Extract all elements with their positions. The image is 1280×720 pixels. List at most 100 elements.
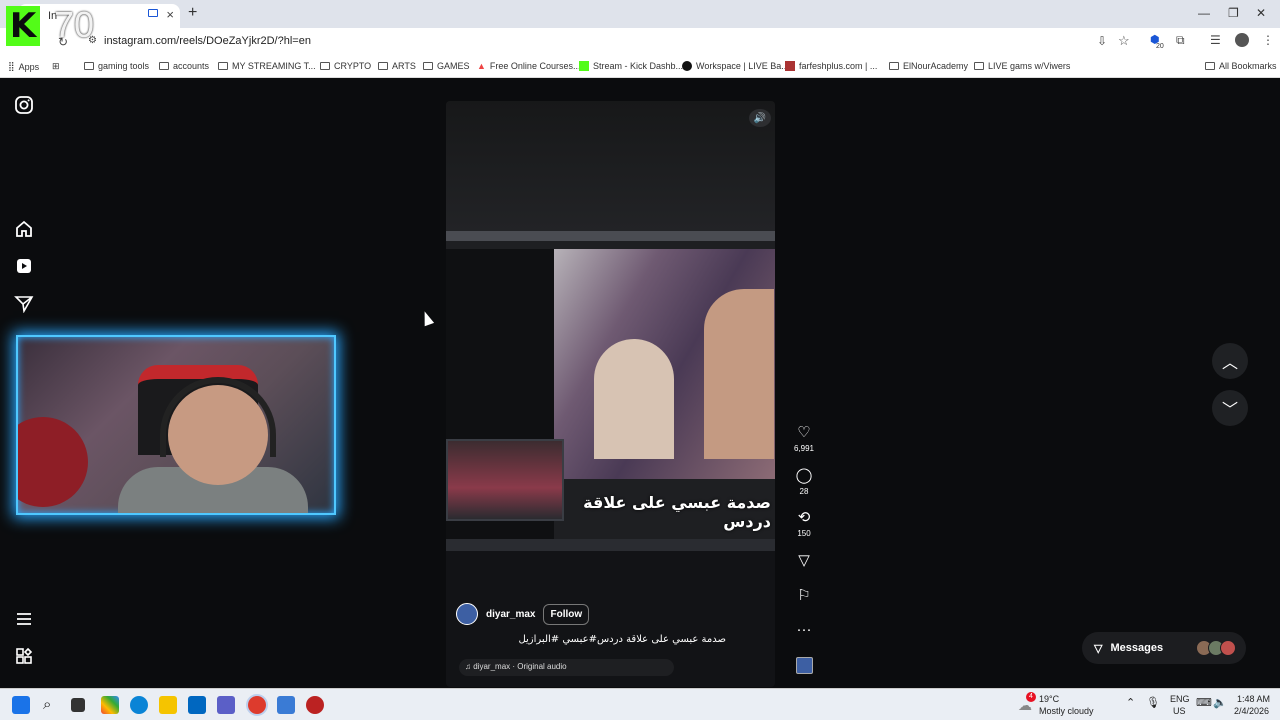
menu-kebab-icon[interactable]: ⋮ [1262, 33, 1274, 47]
weather-badge: 4 [1026, 692, 1036, 702]
volume-icon[interactable]: 🔈 [1213, 696, 1227, 709]
reels-icon[interactable] [14, 256, 34, 276]
file-explorer-icon[interactable] [159, 696, 177, 714]
comment-count: 28 [799, 487, 809, 496]
microphone-icon[interactable]: 🎙 [1146, 696, 1160, 709]
viewer-count: 70 [54, 4, 95, 45]
folder-icon [1205, 62, 1215, 70]
folder-icon [378, 62, 388, 70]
app-icon[interactable] [306, 696, 324, 714]
menu-icon[interactable] [14, 609, 34, 629]
reel-author: diyar_max Follow [456, 603, 590, 625]
bookmark-folder[interactable]: ARTS [378, 61, 416, 71]
video-person-left [594, 339, 674, 459]
install-app-icon[interactable]: ⇩ [1097, 34, 1107, 48]
apps-grid-icon: ⣿ [8, 61, 15, 71]
app-icon[interactable] [277, 696, 295, 714]
sound-toggle-icon[interactable]: 🔊 [749, 109, 771, 127]
edge-icon[interactable] [130, 696, 148, 714]
tab-search-icon[interactable]: ☰ [1210, 33, 1221, 47]
audio-pill[interactable]: ♫ diyar_max · Original audio [459, 659, 674, 676]
clock-date[interactable]: 2/4/2026 [1234, 706, 1269, 716]
bookmark-folder[interactable]: GAMES [423, 61, 470, 71]
url-field[interactable]: instagram.com/reels/DOeZaYjkr2D/?hl=en [104, 35, 311, 47]
music-note-icon: ♫ [465, 662, 471, 671]
bookmark-link[interactable]: farfeshplus.com | ... [785, 61, 877, 71]
video-person-right [704, 289, 774, 459]
tab-groups-icon[interactable]: ⊞ [52, 61, 60, 72]
weather-temp: 19°C [1039, 694, 1060, 704]
video-scene [554, 249, 775, 479]
lang-primary[interactable]: ENG [1170, 694, 1190, 704]
message-avatars [1196, 640, 1236, 656]
reel-description[interactable]: صدمة عبسي على علاقة دردس#عبسي #البرازيل [446, 634, 726, 645]
bookmark-folder[interactable]: MY STREAMING T... [218, 61, 316, 71]
video-browser-bar [446, 231, 775, 241]
tiktok-site-icon [682, 61, 692, 71]
like-button[interactable]: ♡ 6,991 [790, 425, 818, 454]
search-icon[interactable]: ⌕ [43, 696, 51, 713]
author-avatar[interactable] [456, 603, 478, 625]
messages-label: Messages [1110, 642, 1164, 654]
stream-logo-overlay: K 70 [2, 2, 102, 50]
next-reel-button[interactable]: ﹀ [1212, 390, 1248, 426]
network-icon[interactable]: ⌨ [1196, 696, 1212, 709]
minimize-icon[interactable]: — [1198, 6, 1210, 20]
bookmarks-bar: ⣿ Apps ⊞ gaming tools accounts MY STREAMI… [0, 56, 1280, 78]
reel-video[interactable]: صدمة عبسي على علاقة دردس [446, 101, 775, 687]
bookmark-folder[interactable]: accounts [159, 61, 209, 71]
close-window-icon[interactable]: ✕ [1256, 6, 1266, 20]
media-playing-icon[interactable] [148, 9, 158, 17]
comment-icon: ◯ [795, 467, 813, 484]
comment-button[interactable]: ◯ 28 [790, 467, 818, 497]
like-count: 6,991 [793, 444, 815, 453]
folder-icon [423, 62, 433, 70]
direct-send-icon[interactable] [14, 293, 34, 313]
follow-button[interactable]: Follow [543, 603, 590, 625]
bookmark-link[interactable]: Stream - Kick Dashb... [579, 61, 683, 71]
chevron-up-icon[interactable]: ⌃ [1126, 696, 1135, 709]
start-icon[interactable] [12, 696, 30, 714]
instagram-logo-icon[interactable] [14, 95, 34, 115]
messages-button[interactable]: ▽ Messages [1082, 632, 1246, 664]
close-tab-icon[interactable]: × [166, 7, 174, 22]
bookmark-link[interactable]: Workspace | LIVE Ba... [682, 61, 789, 71]
video-caption: صدمة عبسي على علاقة دردس [583, 493, 771, 531]
bookmark-folder[interactable]: CRYPTO [320, 61, 371, 71]
store-icon[interactable] [188, 696, 206, 714]
bookmark-link[interactable]: ▲ Free Online Courses... [477, 61, 580, 71]
copilot-icon[interactable] [101, 696, 119, 714]
home-icon[interactable] [14, 219, 34, 239]
teams-icon[interactable] [217, 696, 235, 714]
task-view-icon[interactable] [71, 698, 85, 712]
bookmark-folder[interactable]: gaming tools [84, 61, 149, 71]
repost-count: 150 [797, 529, 811, 538]
repost-button[interactable]: ⟲ 150 [790, 510, 818, 539]
audio-thumbnail[interactable] [790, 657, 818, 679]
profile-avatar[interactable] [1235, 33, 1249, 47]
extensions-puzzle-icon[interactable]: ⧉ [1176, 33, 1185, 48]
bookmark-star-icon[interactable]: ☆ [1118, 33, 1130, 49]
author-name[interactable]: diyar_max [486, 609, 535, 620]
bookmark-apps[interactable]: ⣿ Apps [8, 61, 39, 72]
folder-icon [974, 62, 984, 70]
restore-icon[interactable]: ❐ [1228, 6, 1239, 20]
chrome-icon[interactable] [248, 696, 266, 714]
share-button[interactable]: ▽ [790, 553, 818, 569]
more-options-button[interactable]: ··· [790, 622, 818, 638]
bookmark-folder[interactable]: ElNourAcademy [889, 61, 968, 71]
chevron-down-icon: ﹀ [1221, 402, 1238, 419]
mouse-cursor [419, 309, 435, 327]
previous-reel-button[interactable]: ︿ [1212, 343, 1248, 379]
more-apps-icon[interactable] [14, 646, 34, 666]
video-frame: صدمة عبسي على علاقة دردس [446, 231, 775, 551]
bookmark-folder[interactable]: LIVE gams w/Viwers [974, 61, 1070, 71]
all-bookmarks-folder[interactable]: All Bookmarks [1205, 61, 1277, 71]
clock-time[interactable]: 1:48 AM [1237, 694, 1270, 704]
bookmark-icon: ⚐ [797, 587, 811, 604]
more-icon: ··· [796, 621, 812, 638]
browser-tab-bar: In × + — ❐ ✕ [0, 0, 1280, 28]
new-tab-button[interactable]: + [188, 4, 197, 22]
webcam-background-object [18, 417, 88, 507]
save-button[interactable]: ⚐ [790, 588, 818, 604]
